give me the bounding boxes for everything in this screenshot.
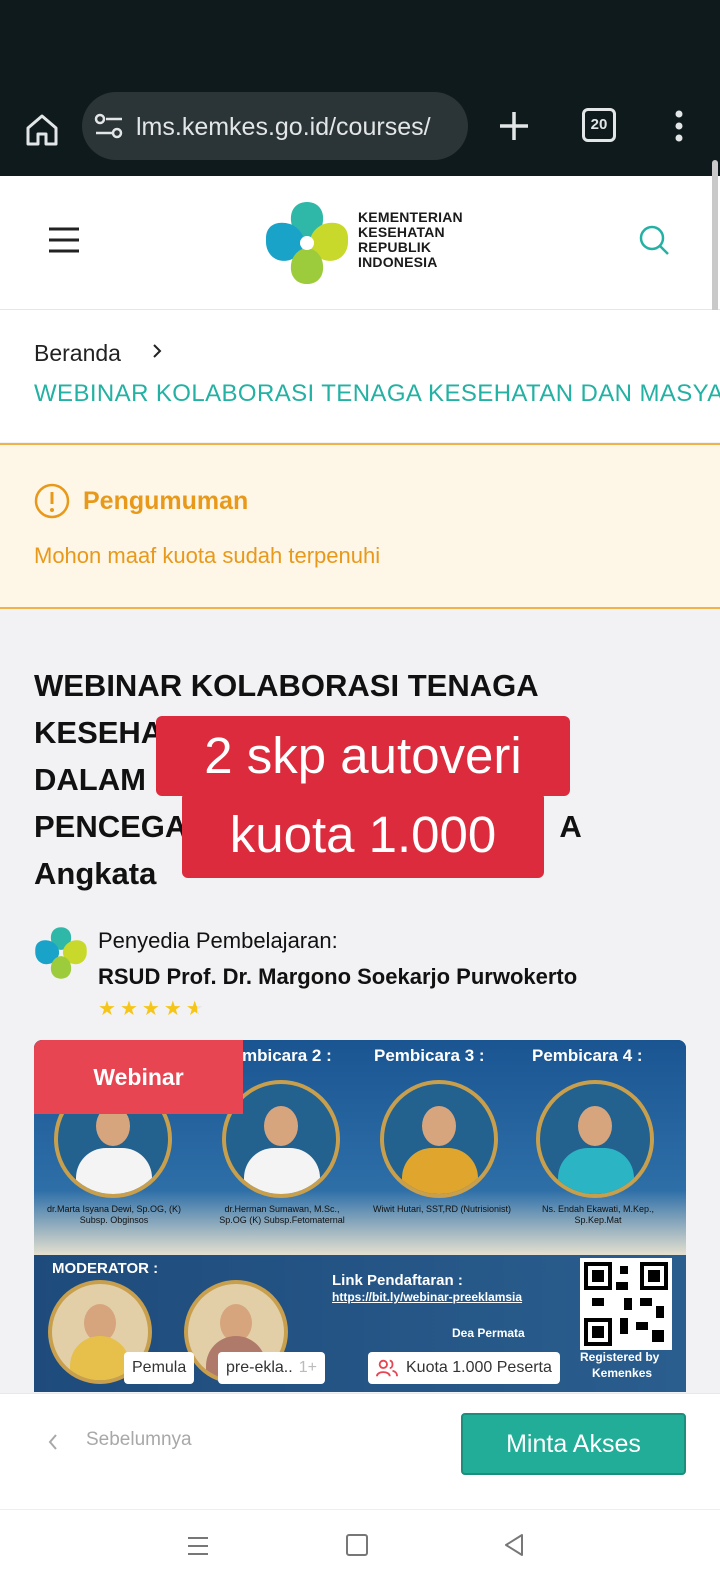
browser-toolbar: lms.kemkes.go.id/courses/ 20	[0, 88, 720, 176]
kemenkes-logo[interactable]: KEMENTERIAN KESEHATAN REPUBLIK INDONESIA	[264, 198, 464, 288]
site-settings-icon[interactable]	[94, 112, 124, 140]
home-nav-icon[interactable]	[346, 1534, 368, 1556]
logo-line: KESEHATAN	[358, 224, 445, 240]
star-icon: ★	[98, 998, 120, 1020]
registered-by: Registered by	[580, 1350, 660, 1364]
quota-chip-label: Kuota 1.000 Peserta	[406, 1359, 552, 1376]
logo-text: KEMENTERIAN KESEHATAN REPUBLIK INDONESIA	[358, 210, 478, 270]
webinar-badge: Webinar	[34, 1040, 243, 1114]
logo-line: REPUBLIK	[358, 239, 432, 255]
status-bar	[0, 0, 720, 88]
tag-chip[interactable]: pre-ekla.. 1+	[218, 1352, 325, 1384]
search-icon[interactable]	[638, 224, 670, 256]
quota-chip: Kuota 1.000 Peserta	[368, 1352, 560, 1384]
course-banner-image[interactable]: mbicara 2 : Pembicara 3 : Pembicara 4 : …	[34, 1040, 686, 1392]
speaker-name: dr.Marta Isyana Dewi, Sp.OG, (K) Subsp. …	[46, 1204, 182, 1225]
star-icon: ★	[163, 998, 186, 1020]
chevron-left-icon[interactable]	[46, 1432, 60, 1452]
star-icon: ★	[119, 998, 142, 1020]
logo-line: KEMENTERIAN	[358, 209, 463, 225]
provider-label: Penyedia Pembelajaran:	[98, 928, 338, 953]
more-options-icon[interactable]	[664, 106, 694, 146]
registration-link-label: Link Pendaftaran :	[332, 1272, 463, 1289]
star-icon: ★	[185, 998, 208, 1020]
kemenkes-logo-mark	[266, 202, 348, 284]
tab-switcher-button[interactable]: 20	[582, 108, 616, 142]
rating-stars: ★★★★★	[98, 996, 208, 1021]
caption-line-2: kuota 1.000	[182, 792, 544, 878]
breadcrumb: Beranda WEBINAR KOLABORASI TENAGA KESEHA…	[0, 310, 720, 442]
speaker-name: dr.Herman Sumawan, M.Sc., Sp.OG (K) Subs…	[219, 1204, 345, 1225]
speaker-name: Wiwit Hutari, SST,RD (Nutrisionist)	[372, 1204, 511, 1214]
announcement-title: Pengumuman	[83, 487, 249, 515]
provider-name[interactable]: RSUD Prof. Dr. Margono Soekarjo Purwoker…	[98, 964, 577, 990]
moderator-label: MODERATOR :	[52, 1260, 159, 1277]
previous-button[interactable]: Sebelumnya	[86, 1429, 192, 1451]
registered-org: Kemenkes	[592, 1366, 653, 1380]
star-icon: ★	[141, 998, 164, 1020]
speaker-portrait	[536, 1080, 654, 1198]
speaker-heading: mbicara 2 :	[242, 1046, 332, 1065]
course-action-bar: Sebelumnya Minta Akses	[0, 1393, 720, 1509]
alert-circle-icon	[34, 483, 70, 519]
people-icon	[376, 1359, 398, 1377]
speaker-name: Ns. Endah Ekawati, M.Kep., Sp.Kep.Mat	[541, 1204, 655, 1225]
qr-code-icon	[580, 1258, 672, 1350]
speaker-heading: Pembicara 3 :	[374, 1046, 485, 1065]
breadcrumb-current: WEBINAR KOLABORASI TENAGA KESEHATAN DAN …	[34, 380, 720, 407]
request-access-button[interactable]: Minta Akses	[461, 1413, 686, 1475]
chevron-right-icon	[153, 344, 162, 358]
tag-chip-more: 1+	[298, 1359, 317, 1376]
url-text[interactable]: lms.kemkes.go.id/courses/	[136, 110, 454, 144]
caption-line-1: 2 skp autoveri	[156, 716, 570, 796]
recent-apps-icon[interactable]	[186, 1534, 210, 1558]
breadcrumb-home[interactable]: Beranda	[34, 340, 121, 367]
announcement-message: Mohon maaf kuota sudah terpenuhi	[34, 543, 381, 568]
address-bar[interactable]: lms.kemkes.go.id/courses/	[82, 92, 468, 160]
announcement-box: Pengumuman Mohon maaf kuota sudah terpen…	[0, 443, 720, 609]
registration-link-url: https://bit.ly/webinar-preeklamsia	[332, 1290, 523, 1304]
menu-icon[interactable]	[48, 224, 80, 256]
new-tab-icon[interactable]	[494, 106, 534, 146]
contact-name: Dea Permata	[452, 1326, 525, 1340]
provider-logo-icon	[35, 927, 87, 979]
course-title-line: WEBINAR KOLABORASI TENAGA	[34, 668, 539, 703]
home-icon[interactable]	[22, 110, 62, 150]
speaker-portrait	[380, 1080, 498, 1198]
site-header: KEMENTERIAN KESEHATAN REPUBLIK INDONESIA	[0, 176, 720, 310]
system-navigation-bar	[0, 1509, 720, 1584]
tag-chip-label: pre-ekla..	[226, 1359, 293, 1376]
level-chip: Pemula	[124, 1352, 195, 1384]
speaker-heading: Pembicara 4 :	[532, 1046, 643, 1065]
video-caption-overlay: 2 skp autoveri kuota 1.000	[156, 716, 570, 878]
logo-line: INDONESIA	[358, 254, 438, 270]
back-icon[interactable]	[502, 1532, 526, 1558]
